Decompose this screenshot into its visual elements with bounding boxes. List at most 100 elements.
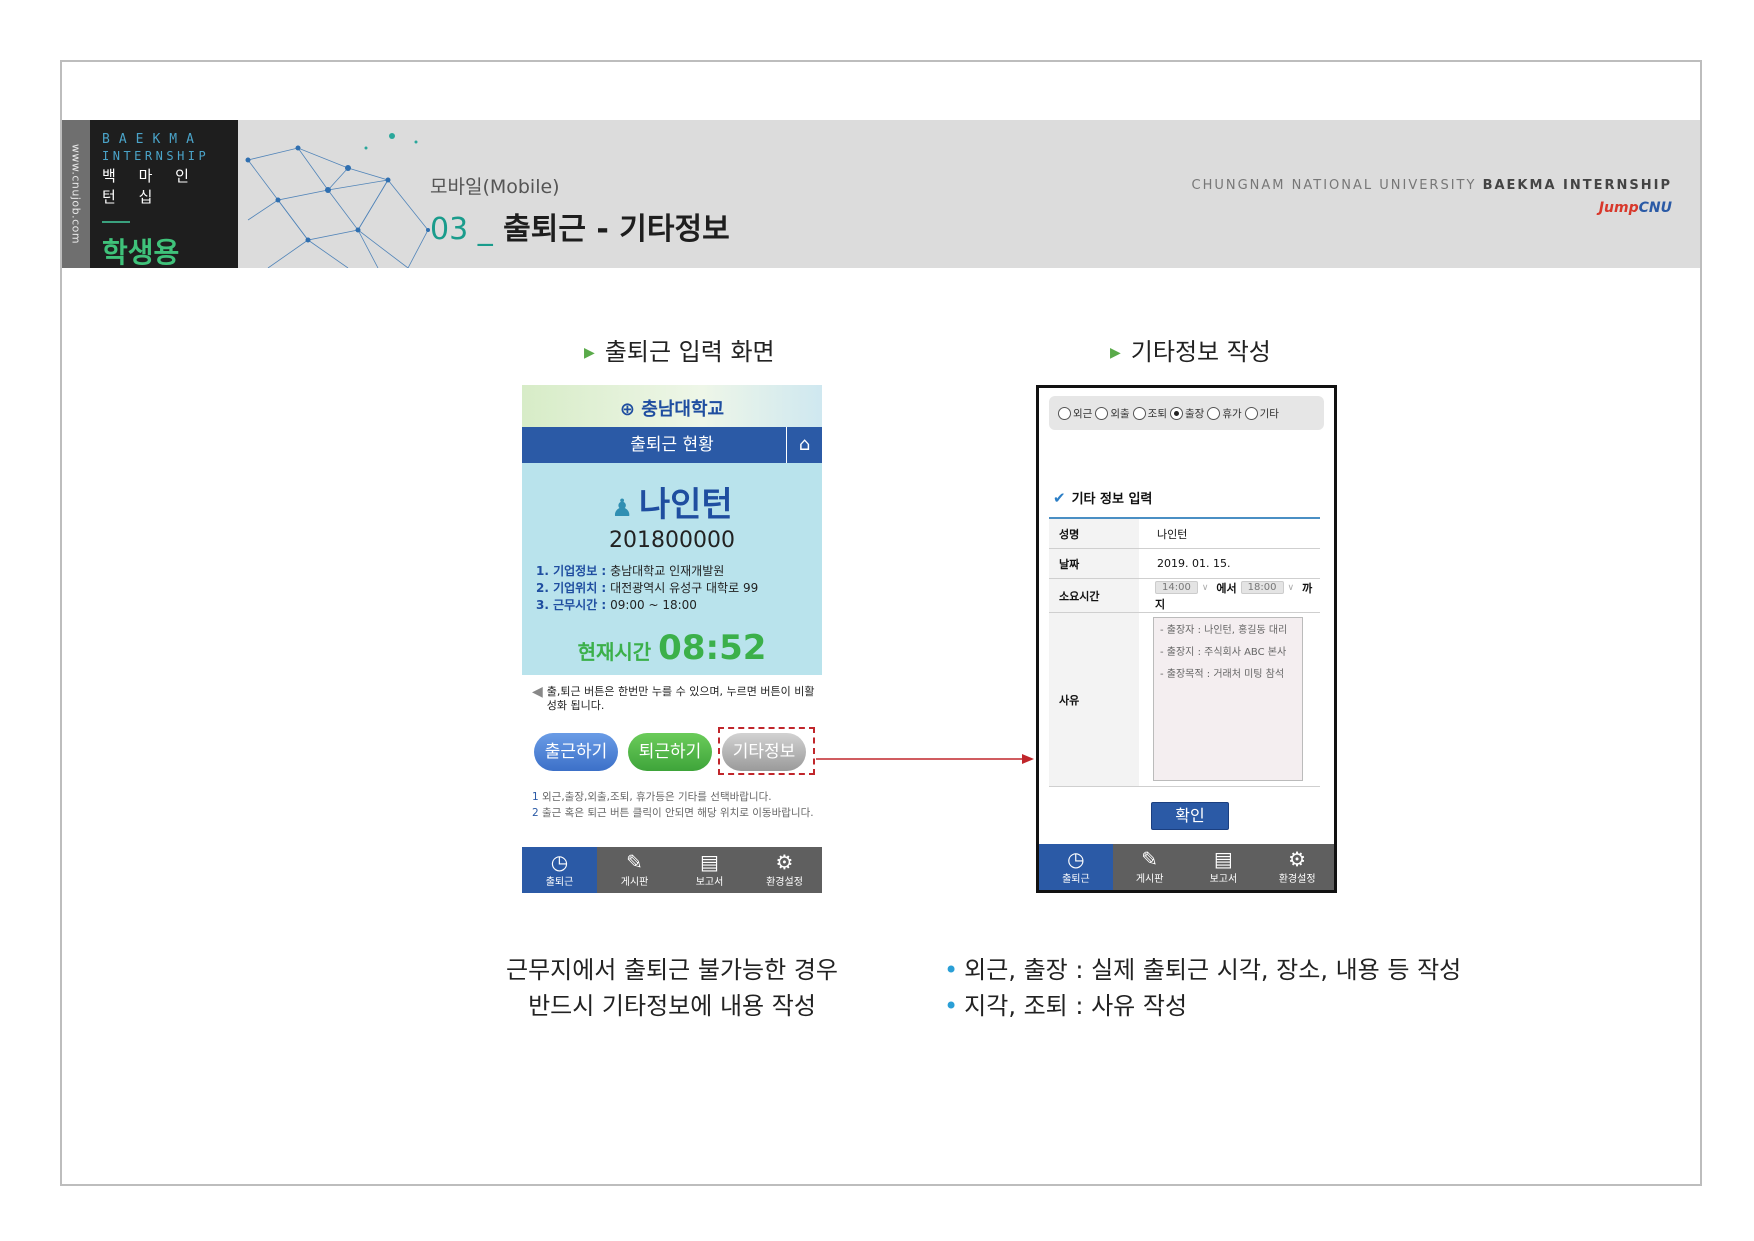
logo-text: 충남대학교 (641, 399, 725, 420)
current-time: 현재시간 08:52 (522, 628, 822, 668)
section-heading: ✔ 기타 정보 입력 (1053, 488, 1324, 517)
logo-internship: INTERNSHIP (102, 149, 210, 163)
footnote: 2 출근 혹은 퇴근 버튼 클릭이 안되면 해당 위치로 이동바랍니다. (532, 805, 814, 821)
duration-fields: 14:00 ∨ 에서 18:00 ∨ 까 지 (1139, 579, 1320, 612)
tab-settings[interactable]: ⚙ 환경설정 (1260, 844, 1334, 890)
tab-label: 게시판 (1135, 874, 1164, 885)
time-label: 현재시간 (577, 640, 652, 664)
company-info: 1. 기업정보 : 충남대학교 인재개발원 2. 기업위치 : 대전광역시 유성… (536, 563, 822, 614)
check-out-button[interactable]: 퇴근하기 (628, 733, 712, 771)
check-in-button[interactable]: 출근하기 (534, 733, 618, 771)
title-bar: 출퇴근 현황 ⌂ (522, 427, 822, 463)
field-label: 소요시간 (1049, 579, 1139, 612)
speaker-icon: ◀ (532, 684, 543, 700)
info-key: 1. 기업정보 : (536, 564, 607, 578)
bottom-tabbar: ◷ 출퇴근 ✎ 게시판 ▤ 보고서 ⚙ 환경설정 (1039, 844, 1334, 890)
bullet-text: 지각, 조퇴 : 사유 작성 (964, 992, 1188, 1020)
gear-icon: ⚙ (1288, 847, 1307, 871)
tab-board[interactable]: ✎ 게시판 (1113, 844, 1187, 890)
tab-attendance[interactable]: ◷ 출퇴근 (522, 847, 597, 893)
tab-board[interactable]: ✎ 게시판 (597, 847, 672, 893)
info-value: 대전광역시 유성구 대학로 99 (610, 581, 759, 595)
triangle-icon: ▶ (1110, 345, 1121, 361)
footnote-number: 2 (532, 807, 539, 819)
tab-settings[interactable]: ⚙ 환경설정 (747, 847, 822, 893)
baekma-logo: BAEKMA INTERNSHIP 백 마 인 턴 십 학생용 (90, 120, 238, 268)
date-value: 2019. 01. 15. (1157, 557, 1231, 570)
tab-report[interactable]: ▤ 보고서 (1187, 844, 1261, 890)
notice: ◀ 출,퇴근 버튼은 한번만 누를 수 있으며, 누르면 버튼이 비활성화 됩니다… (522, 675, 822, 713)
site-url: www.cnujob.com (69, 143, 83, 245)
footnotes: 1 외근,출장,외출,조퇴, 휴가등은 기타를 선택바랍니다. 2 출근 혹은 … (522, 783, 822, 821)
bottom-tabbar: ◷ 출퇴근 ✎ 게시판 ▤ 보고서 ⚙ 환경설정 (522, 847, 822, 893)
triangle-icon: ▶ (584, 345, 595, 361)
logo-divider (102, 221, 130, 223)
user-name: ♟ 나인턴 (522, 477, 822, 526)
header-band: www.cnujob.com BAEKMA INTERNSHIP 백 마 인 턴… (62, 120, 1700, 268)
user-name-text: 나인턴 (638, 485, 733, 525)
info-value: 09:00 ~ 18:00 (610, 598, 697, 612)
clock-icon: ◷ (550, 850, 569, 874)
bullet-item: • 외근, 출장 : 실제 출퇴근 시각, 장소, 내용 등 작성 (944, 952, 1461, 988)
bullet-icon: • (944, 956, 959, 984)
document-icon: ▤ (700, 850, 719, 874)
confirm-button[interactable]: 확인 (1151, 802, 1229, 830)
document-icon: ▤ (1213, 847, 1233, 871)
info-row: 2. 기업위치 : 대전광역시 유성구 대학로 99 (536, 580, 822, 597)
home-icon[interactable]: ⌂ (786, 427, 822, 463)
chevron-down-icon: ∨ (1201, 582, 1209, 593)
info-key: 2. 기업위치 : (536, 581, 607, 595)
footnote-number: 1 (532, 791, 539, 803)
radio-early-leave[interactable] (1132, 406, 1146, 420)
form-row: 사유 - 출장자 : 나인턴, 홍길동 대리 - 출장지 : 주식회사 ABC … (1049, 613, 1320, 787)
reason-line: - 출장지 : 주식회사 ABC 본사 (1160, 647, 1287, 658)
info-row: 3. 근무시간 : 09:00 ~ 18:00 (536, 597, 822, 614)
right-caption: ▶ 기타정보 작성 (1110, 332, 1271, 367)
radio-vacation[interactable] (1207, 406, 1221, 420)
form-row: 날짜 2019. 01. 15. (1049, 549, 1320, 579)
bullet-text: 외근, 출장 : 실제 출퇴근 시각, 장소, 내용 등 작성 (964, 956, 1462, 984)
bullet-item: • 지각, 조퇴 : 사유 작성 (944, 988, 1461, 1024)
tab-report[interactable]: ▤ 보고서 (672, 847, 747, 893)
field-label: 사유 (1049, 613, 1139, 786)
info-value: 충남대학교 인재개발원 (610, 564, 725, 578)
left-caption: ▶ 출퇴근 입력 화면 (584, 332, 775, 367)
logo-baekma: BAEKMA (102, 132, 203, 147)
univ-bold: BAEKMA INTERNSHIP (1482, 178, 1672, 193)
name-value: 나인턴 (1157, 527, 1188, 541)
info-form: 성명 나인턴 날짜 2019. 01. 15. 소요시간 14:00 ∨ 에서 18:… (1049, 519, 1320, 787)
radio-business-trip[interactable] (1169, 406, 1183, 420)
end-time-select[interactable]: 18:00 (1240, 581, 1284, 594)
title-text: 출퇴근 - 기타정보 (492, 212, 730, 247)
form-row: 소요시간 14:00 ∨ 에서 18:00 ∨ 까 지 (1049, 579, 1320, 613)
desc-line: 반드시 기타정보에 내용 작성 (528, 992, 816, 1020)
footnote-text: 출근 혹은 퇴근 버튼 클릭이 안되면 해당 위치로 이동바랍니다. (538, 807, 814, 819)
reason-line: - 출장목적 : 거래처 미팅 참석 (1160, 669, 1285, 680)
radio-other[interactable] (1244, 406, 1258, 420)
clock-icon: ◷ (1067, 847, 1085, 871)
duration-end: 까 (1302, 581, 1313, 595)
jump-cnu-logo: JumpCNU (1599, 200, 1672, 216)
type-radio-group: 외근 외출 조퇴 출장 휴가 기타 (1049, 396, 1324, 430)
subtitle: 모바일(Mobile) (430, 176, 560, 198)
start-time-select[interactable]: 14:00 (1155, 581, 1198, 594)
info-row: 1. 기업정보 : 충남대학교 인재개발원 (536, 563, 822, 580)
tab-label: 출퇴근 (545, 877, 574, 888)
section-title: 기타 정보 입력 (1071, 492, 1153, 507)
radio-label: 외근 (1073, 407, 1093, 420)
reason-textarea[interactable]: - 출장자 : 나인턴, 홍길동 대리 - 출장지 : 주식회사 ABC 본사 … (1153, 617, 1303, 781)
footnote-text: 외근,출장,외출,조퇴, 휴가등은 기타를 선택바랍니다. (538, 791, 772, 803)
radio-outside[interactable] (1058, 406, 1071, 420)
left-description: 근무지에서 출퇴근 불가능한 경우 반드시 기타정보에 내용 작성 (482, 952, 862, 1024)
attendance-screen: ⊕ 충남대학교 출퇴근 현황 ⌂ ♟ 나인턴 201800000 1. 기업정보 … (522, 385, 822, 893)
field-label: 성명 (1049, 519, 1139, 548)
tab-label: 환경설정 (1278, 874, 1316, 885)
check-icon: ✔ (1053, 489, 1066, 507)
url-strip: www.cnujob.com (62, 120, 90, 268)
logo-korean: 백 마 인 턴 십 (102, 167, 198, 206)
univ-light: CHUNGNAM NATIONAL UNIVERSITY (1191, 178, 1483, 193)
tab-label: 출퇴근 (1062, 874, 1090, 885)
radio-out[interactable] (1095, 406, 1109, 420)
radio-label: 기타 (1259, 407, 1279, 420)
tab-attendance[interactable]: ◷ 출퇴근 (1039, 844, 1113, 890)
